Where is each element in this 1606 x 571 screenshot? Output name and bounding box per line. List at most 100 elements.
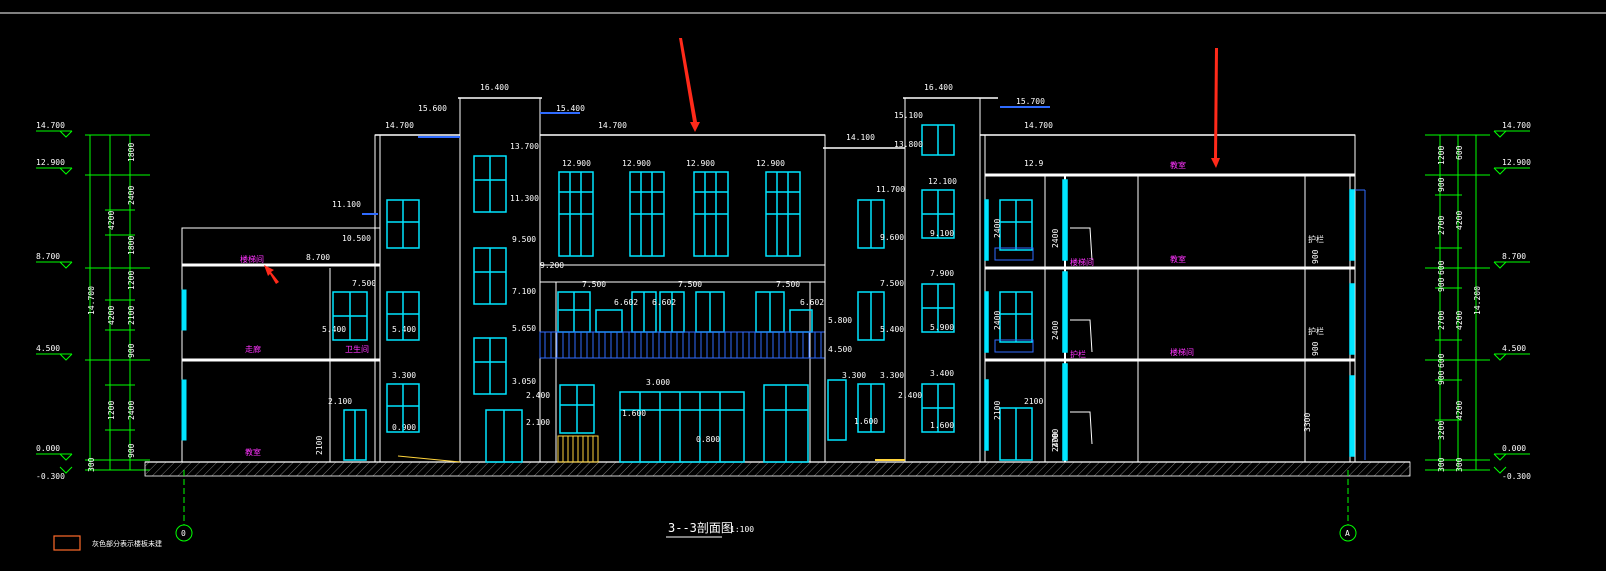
svg-text:楼梯间: 楼梯间: [1070, 257, 1094, 267]
right-dim-b: 600: [1455, 145, 1464, 160]
drawing-scale-text: 1:100: [730, 525, 754, 534]
left-dim-c: 1200: [107, 401, 116, 420]
svg-text:1.600: 1.600: [622, 409, 646, 418]
right-dim-total: 14.200: [1473, 286, 1482, 315]
left-wing-elev-3: 5.400: [322, 325, 346, 334]
right-wing-elevations: 14.700 12.9 2400 2400 2400 2400 2100 210…: [993, 121, 1320, 452]
svg-text:9.600: 9.600: [880, 233, 904, 242]
svg-text:护栏: 护栏: [1070, 349, 1086, 359]
svg-text:护栏: 护栏: [1308, 326, 1324, 336]
svg-text:2400: 2400: [993, 219, 1002, 238]
svg-text:12.100: 12.100: [928, 177, 957, 186]
central-entrance-railing: [397, 435, 599, 463]
svg-text:6.602: 6.602: [614, 298, 638, 307]
right-dim-g: 2700: [1437, 311, 1446, 330]
svg-text:2.400: 2.400: [526, 391, 550, 400]
svg-text:6.602: 6.602: [652, 298, 676, 307]
right-wing-room-labels: 教室 教室 楼梯间 楼梯间 护栏 护栏 护栏: [1070, 160, 1324, 359]
svg-text:2400: 2400: [1051, 433, 1060, 452]
left-dim-l: 300: [87, 457, 96, 472]
svg-text:3.400: 3.400: [930, 369, 954, 378]
svg-text:900: 900: [1311, 341, 1320, 356]
ground-line: [144, 461, 1411, 477]
svg-text:9.100: 9.100: [930, 229, 954, 238]
svg-text:0.800: 0.800: [696, 435, 720, 444]
left-dim-e: 2400: [127, 186, 136, 205]
right-dim-o: 300: [1455, 457, 1464, 472]
svg-text:12.900: 12.900: [622, 159, 651, 168]
right-dim-j: 3200: [1437, 421, 1446, 440]
left-wing-elev-6: 2.100: [328, 397, 352, 406]
svg-text:7.900: 7.900: [930, 269, 954, 278]
svg-text:15.400: 15.400: [556, 104, 585, 113]
left-wing-elev-7: 0.900: [392, 423, 416, 432]
left-wing-room-1: 楼梯间: [240, 254, 264, 264]
right-wing-windows: [984, 179, 1355, 461]
svg-text:7.100: 7.100: [512, 287, 536, 296]
svg-text:12.900: 12.900: [562, 159, 591, 168]
svg-text:11.700: 11.700: [876, 185, 905, 194]
svg-text:14.700: 14.700: [1024, 121, 1053, 130]
left-dim-a: 4200: [107, 211, 116, 230]
axis-bubble-right: A: [1339, 524, 1357, 542]
cad-drawing-canvas[interactable]: 14.700 12.900 8.700 4.500 0.000 -0.300 1…: [0, 0, 1606, 571]
central-upper-windows: [558, 171, 801, 257]
central-block: [539, 134, 826, 463]
right-dim-f: 900: [1437, 277, 1446, 292]
left-elev-2: 12.900: [36, 158, 65, 167]
svg-text:1.600: 1.600: [854, 417, 878, 426]
svg-text:2.400: 2.400: [898, 391, 922, 400]
svg-text:3.000: 3.000: [646, 378, 670, 387]
right-elevation-markers: 14.700 12.900 8.700 4.500 0.000 -0.300: [1493, 121, 1531, 481]
svg-text:6.602: 6.602: [800, 298, 824, 307]
svg-text:3.300: 3.300: [842, 371, 866, 380]
right-dim-c: 900: [1437, 177, 1446, 192]
right-elev-6: -0.300: [1502, 472, 1531, 481]
axis-lines: [183, 470, 1349, 525]
svg-text:3300: 3300: [1303, 413, 1312, 432]
annotation-arrows: [264, 38, 1220, 284]
svg-text:5.650: 5.650: [512, 324, 536, 333]
svg-text:15.100: 15.100: [894, 111, 923, 120]
svg-text:1.600: 1.600: [930, 421, 954, 430]
right-dim-l: 4200: [1455, 311, 1464, 330]
central-balcony-railing: [539, 331, 826, 359]
left-wing-elev-1: 8.700: [306, 253, 330, 262]
svg-text:教室: 教室: [1170, 160, 1186, 170]
svg-text:14.700: 14.700: [385, 121, 414, 130]
svg-text:5.800: 5.800: [828, 316, 852, 325]
central-middle-windows: [557, 291, 813, 333]
left-dim-f: 1800: [127, 236, 136, 255]
svg-text:12.900: 12.900: [686, 159, 715, 168]
svg-text:0: 0: [181, 529, 186, 538]
legend-label: 灰色部分表示楼板未建: [92, 539, 162, 548]
left-dim-j: 2400: [127, 401, 136, 420]
arrow-icon: [679, 38, 700, 132]
svg-text:15.700: 15.700: [1016, 97, 1045, 106]
svg-text:7.500: 7.500: [678, 280, 702, 289]
left-tower-windows: [386, 155, 523, 463]
left-dim-d: 1800: [127, 143, 136, 162]
svg-text:900: 900: [1311, 249, 1320, 264]
left-dim-texts: 14.700 4200 4200 1200 1800 2400 1800 120…: [87, 143, 136, 472]
right-elev-4: 4.500: [1502, 344, 1526, 353]
right-dim-i: 900: [1437, 370, 1446, 385]
left-dim-total: 14.700: [87, 286, 96, 315]
drawing-title: 3--3剖面图 1:100: [666, 521, 754, 538]
right-dim-m: 4200: [1455, 401, 1464, 420]
svg-text:9.500: 9.500: [512, 235, 536, 244]
arrow-icon-3: [264, 265, 279, 284]
svg-text:楼梯间: 楼梯间: [1170, 347, 1194, 357]
svg-text:A: A: [1345, 529, 1350, 538]
drawing-title-text: 3--3剖面图: [668, 521, 733, 535]
svg-text:16.400: 16.400: [924, 83, 953, 92]
left-dim-g: 1200: [127, 271, 136, 290]
left-wing-elev-2: 7.500: [352, 279, 376, 288]
svg-text:2400: 2400: [1051, 229, 1060, 248]
svg-text:2100: 2100: [1024, 397, 1043, 406]
svg-text:5.900: 5.900: [930, 323, 954, 332]
svg-text:16.400: 16.400: [480, 83, 509, 92]
svg-text:2100: 2100: [993, 401, 1002, 420]
svg-text:4.500: 4.500: [828, 345, 852, 354]
right-dim-texts: 14.200 1200 600 900 2700 600 900 2700 60…: [1437, 145, 1482, 472]
